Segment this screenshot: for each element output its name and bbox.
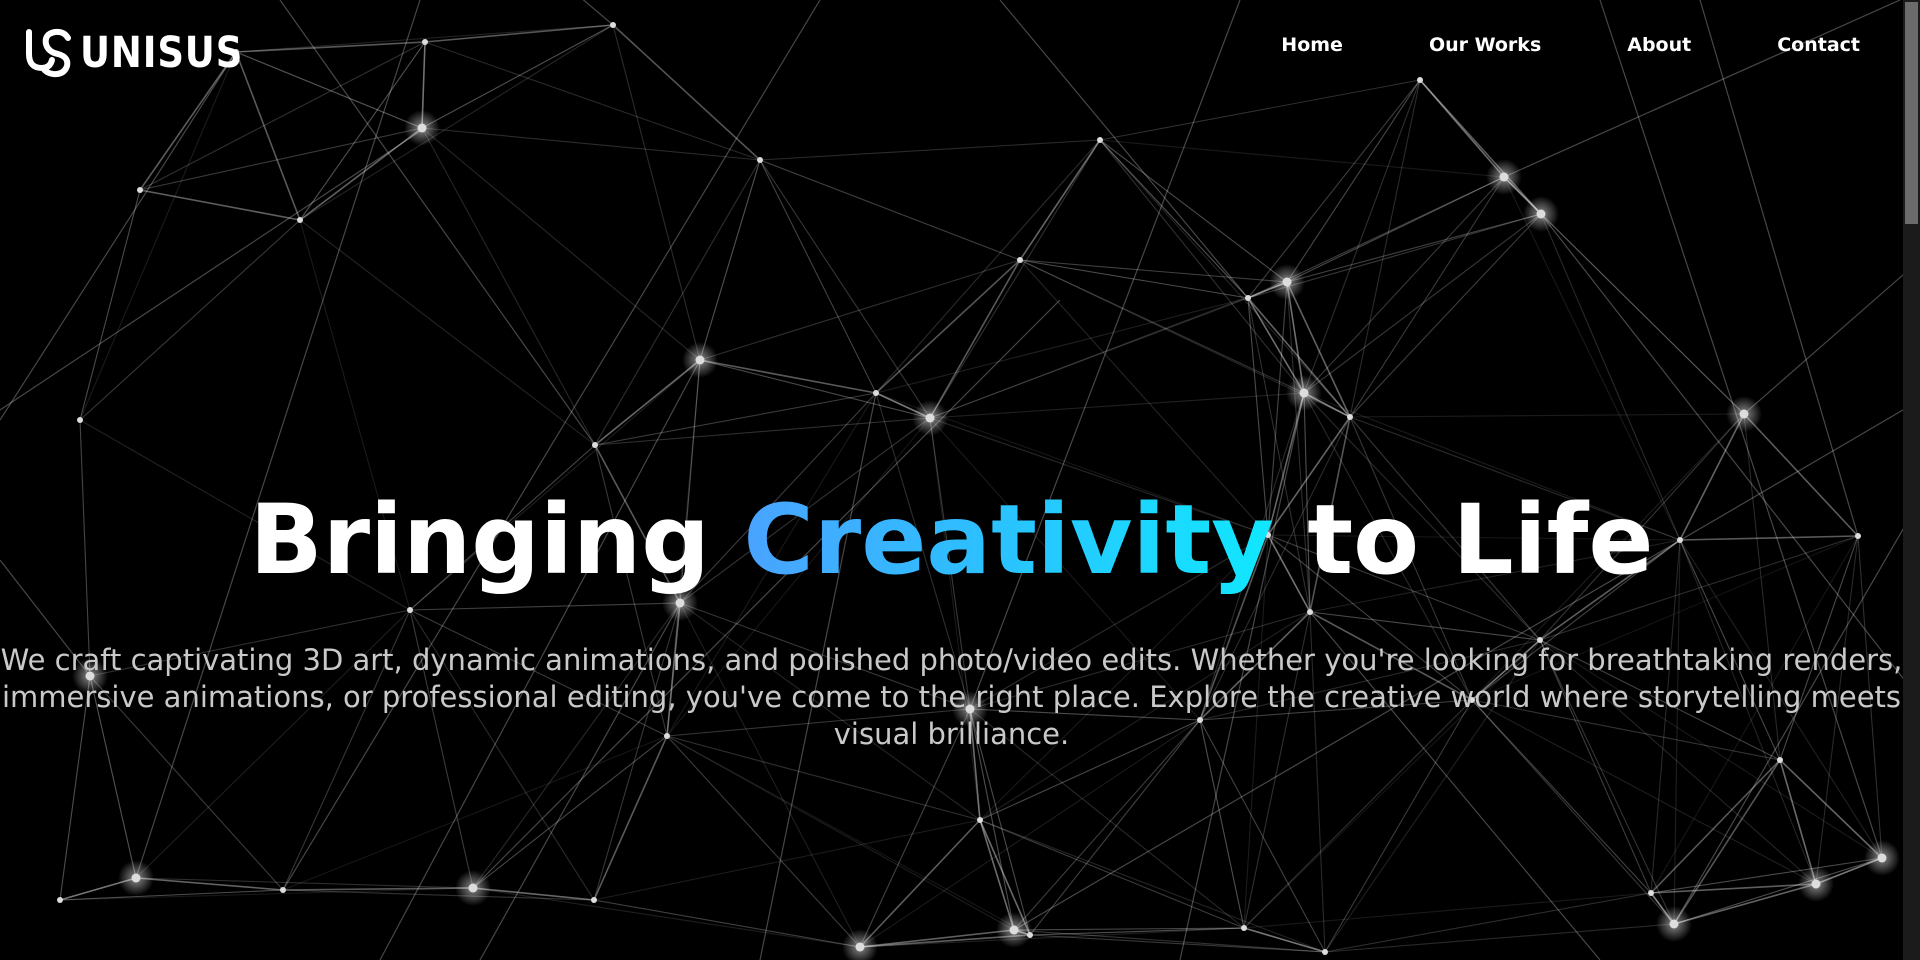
unisus-logo-icon xyxy=(26,28,71,78)
nav-item-contact[interactable]: Contact xyxy=(1777,32,1860,58)
brand-logo[interactable]: UNISUS xyxy=(24,28,270,78)
main-nav: Home Our Works About Contact xyxy=(1195,32,1860,58)
nav-item-about[interactable]: About xyxy=(1627,32,1691,58)
particle-network-background xyxy=(0,0,1920,960)
page: UNISUS Home Our Works About Contact Brin… xyxy=(0,0,1920,960)
site-header: UNISUS Home Our Works About Contact xyxy=(0,0,1903,110)
page-scrollbar[interactable] xyxy=(1903,0,1920,960)
nav-item-home[interactable]: Home xyxy=(1281,32,1343,58)
nav-item-our-works[interactable]: Our Works xyxy=(1429,32,1541,58)
brand-name: UNISUS xyxy=(80,28,244,78)
hero-title-tail: to Life xyxy=(1307,484,1654,596)
scrollbar-thumb[interactable] xyxy=(1905,2,1918,224)
hero-title-accent: Creativity xyxy=(743,484,1274,596)
hero-title-lead: Bringing xyxy=(249,484,710,596)
hero-description: We craft captivating 3D art, dynamic ani… xyxy=(0,643,1903,751)
hero-title: Bringing Creativity to Life xyxy=(0,484,1903,596)
